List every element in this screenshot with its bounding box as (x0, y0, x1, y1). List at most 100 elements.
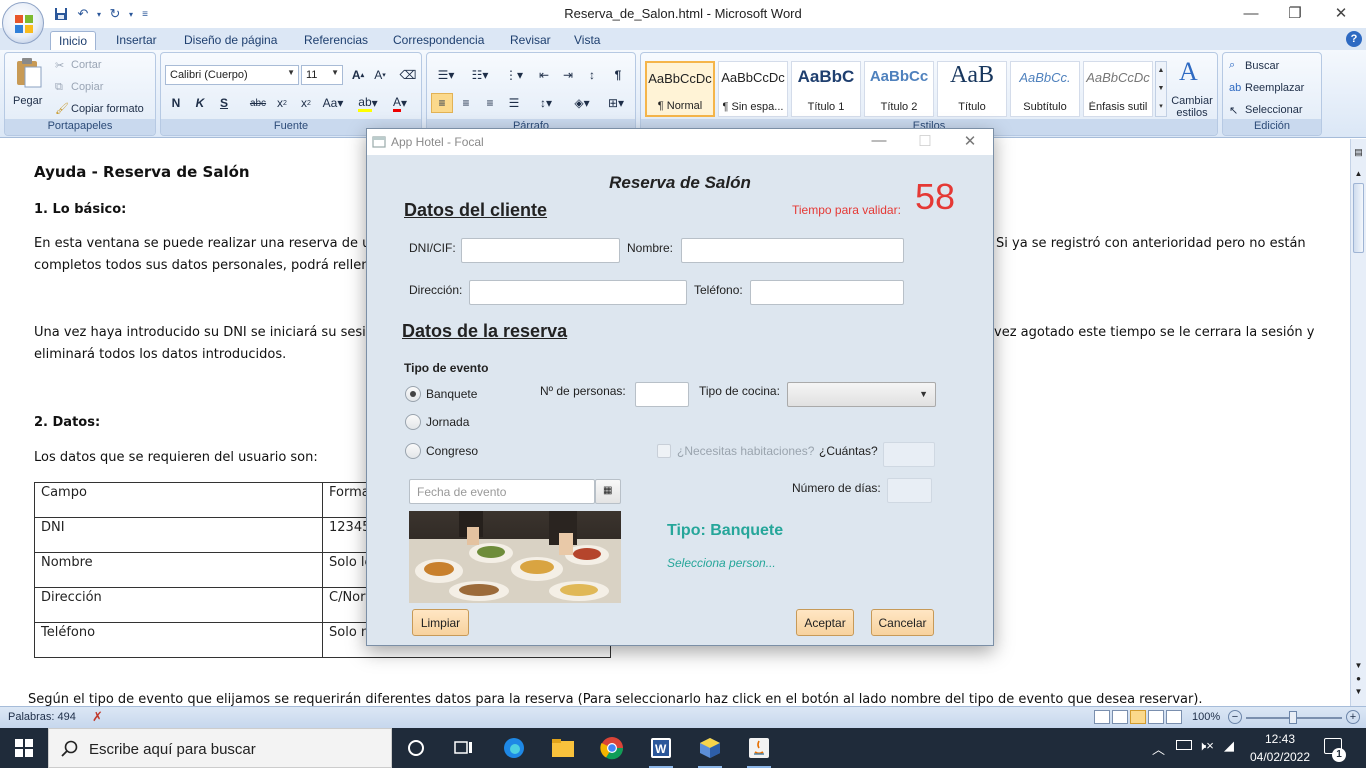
minimize-button[interactable]: — (1236, 3, 1266, 23)
tab-revisar[interactable]: Revisar (502, 31, 559, 50)
view-web-icon[interactable] (1130, 710, 1146, 724)
name-input[interactable] (681, 238, 904, 263)
restore-button[interactable]: ❐ (1280, 3, 1310, 23)
style-titulo-2[interactable]: AaBbCc Título 2 (864, 61, 934, 117)
tab-inicio[interactable]: Inicio (50, 31, 97, 50)
view-reading-icon[interactable] (1112, 710, 1128, 724)
style-titulo[interactable]: AaB Título (937, 61, 1007, 117)
radio-banquete-label[interactable]: Banquete (426, 387, 477, 401)
event-date-input[interactable]: Fecha de evento (409, 479, 595, 504)
sort-icon[interactable]: ↕ (581, 65, 603, 85)
replace-button[interactable]: Reemplazar (1245, 82, 1304, 94)
align-right-icon[interactable]: ≡ (479, 93, 501, 113)
zoom-out-icon[interactable]: − (1228, 710, 1242, 724)
help-icon[interactable]: ? (1346, 31, 1362, 47)
volume-mute-icon[interactable]: 🕨× (1198, 738, 1214, 754)
rooms-checkbox[interactable] (657, 444, 671, 458)
ruler-icon[interactable]: ▤ (1353, 147, 1364, 161)
view-print-icon[interactable] (1094, 710, 1110, 724)
radio-congreso-label[interactable]: Congreso (426, 444, 478, 458)
clear-button[interactable]: Limpiar (412, 609, 469, 636)
style-normal[interactable]: AaBbCcDc ¶ Normal (645, 61, 715, 117)
view-draft-icon[interactable] (1166, 710, 1182, 724)
strikethrough-icon[interactable]: abc (247, 93, 269, 113)
proofing-error-icon[interactable]: ✗ (92, 709, 103, 725)
subscript-icon[interactable]: x2 (271, 93, 293, 113)
increase-indent-icon[interactable]: ⇥ (557, 65, 579, 85)
view-outline-icon[interactable] (1148, 710, 1164, 724)
how-many-input[interactable] (883, 442, 935, 467)
align-left-icon[interactable]: ≡ (431, 93, 453, 113)
numbering-icon[interactable]: ☷▾ (465, 65, 495, 85)
style-sin-espaciado[interactable]: AaBbCcDc ¶ Sin espa... (718, 61, 788, 117)
zoom-in-icon[interactable]: + (1346, 710, 1360, 724)
clock-date[interactable]: 04/02/2022 (1242, 750, 1318, 764)
word-taskbar-icon[interactable]: W (647, 734, 675, 768)
dialog-title-bar[interactable]: App Hotel - Focal — ☐ ✕ (367, 129, 993, 155)
cortana-icon[interactable] (402, 734, 430, 762)
accept-button[interactable]: Aceptar (796, 609, 854, 636)
bullets-icon[interactable]: ☰▾ (431, 65, 461, 85)
shrink-font-icon[interactable]: A ▾ (369, 65, 391, 85)
word-count[interactable]: Palabras: 494 (8, 711, 76, 723)
cuisine-select[interactable]: ▼ (787, 382, 936, 407)
borders-icon[interactable]: ⊞▾ (601, 93, 631, 113)
dialog-minimize-button[interactable]: — (864, 132, 894, 152)
show-marks-icon[interactable]: ¶ (607, 65, 629, 85)
superscript-icon[interactable]: x2 (295, 93, 317, 113)
scroll-up-icon[interactable]: ▲ (1353, 169, 1364, 179)
radio-jornada-label[interactable]: Jornada (426, 415, 469, 429)
scroll-down-icon[interactable]: ▼ ● ▼ (1353, 659, 1364, 699)
zoom-slider-thumb[interactable] (1289, 711, 1297, 724)
cancel-button[interactable]: Cancelar (871, 609, 934, 636)
file-explorer-icon[interactable] (549, 734, 577, 762)
style-titulo-1[interactable]: AaBbC Título 1 (791, 61, 861, 117)
line-spacing-icon[interactable]: ↕▾ (531, 93, 561, 113)
clock-time[interactable]: 12:43 (1248, 732, 1312, 746)
copy-button[interactable]: Copiar (71, 81, 103, 93)
paste-button[interactable]: Pegar (9, 57, 49, 117)
calendar-button[interactable]: ▦ (595, 479, 621, 504)
office-button[interactable] (2, 2, 44, 44)
align-center-icon[interactable]: ≡ (455, 93, 477, 113)
zoom-level[interactable]: 100% (1192, 711, 1220, 723)
select-button[interactable]: Seleccionar (1245, 104, 1302, 116)
dialog-maximize-button[interactable]: ☐ (910, 132, 940, 152)
chrome-icon[interactable] (598, 734, 626, 762)
tab-diseno-pagina[interactable]: Diseño de página (176, 31, 285, 50)
edge-icon[interactable] (500, 734, 528, 762)
scroll-thumb[interactable] (1353, 183, 1364, 253)
radio-congreso[interactable] (405, 443, 421, 459)
style-enfasis-sutil[interactable]: AaBbCcDc Énfasis sutil (1083, 61, 1153, 117)
clear-format-icon[interactable]: ⌫ (397, 65, 419, 85)
bold-icon[interactable]: N (165, 93, 187, 113)
taskbar-search-box[interactable]: Escribe aquí para buscar (48, 728, 392, 768)
justify-icon[interactable]: ☰ (503, 93, 525, 113)
underline-icon[interactable]: S (213, 93, 235, 113)
windows-start-icon[interactable] (10, 734, 38, 762)
font-size-combo[interactable]: 11 ▼ (301, 65, 343, 85)
java-icon[interactable] (745, 734, 773, 768)
format-painter-button[interactable]: Copiar formato (71, 103, 144, 115)
italic-icon[interactable]: K (189, 93, 211, 113)
style-subtitulo[interactable]: AaBbCc. Subtítulo (1010, 61, 1080, 117)
network-icon[interactable]: ◢ (1224, 738, 1234, 754)
battery-icon[interactable] (1176, 740, 1192, 750)
people-input[interactable] (635, 382, 689, 407)
font-name-combo[interactable]: Calibri (Cuerpo) ▼ (165, 65, 299, 85)
tab-referencias[interactable]: Referencias (296, 31, 376, 50)
shading-icon[interactable]: ◈▾ (567, 93, 597, 113)
styles-scroll-icon[interactable]: ▲ ▼ ▾ (1155, 61, 1167, 117)
highlight-color-icon[interactable]: ab ▾ (353, 93, 383, 113)
radio-banquete[interactable] (405, 386, 421, 402)
tray-chevron-icon[interactable]: ︿ (1152, 739, 1165, 758)
tab-correspondencia[interactable]: Correspondencia (385, 31, 492, 50)
cut-button[interactable]: Cortar (71, 59, 102, 71)
find-button[interactable]: Buscar (1245, 60, 1279, 72)
decrease-indent-icon[interactable]: ⇤ (533, 65, 555, 85)
task-view-icon[interactable] (450, 734, 478, 762)
address-input[interactable] (469, 280, 687, 305)
dni-input[interactable] (461, 238, 620, 263)
font-color-icon[interactable]: A ▾ (385, 93, 415, 113)
tab-vista[interactable]: Vista (566, 31, 608, 50)
